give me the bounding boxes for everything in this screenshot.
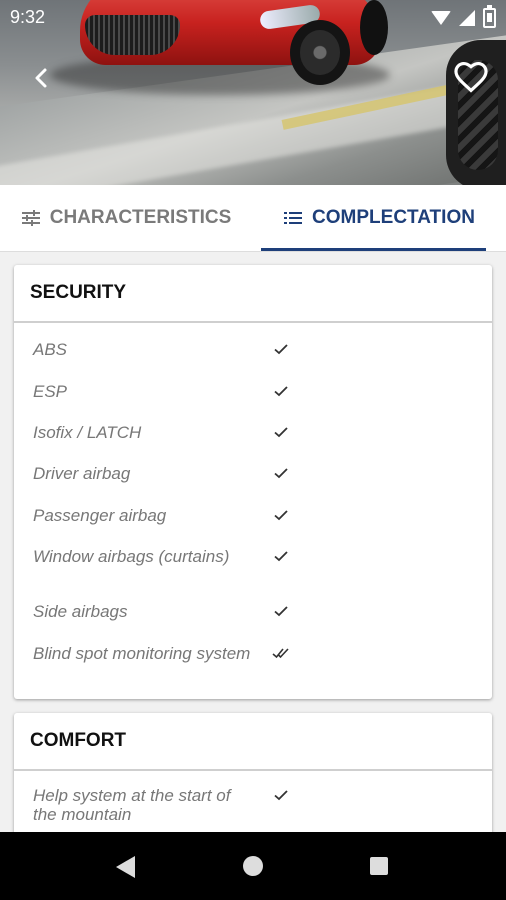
signal-icon [459,10,475,26]
back-button[interactable] [24,60,60,96]
check-icon [274,386,288,397]
list-item: Passenger airbag [14,506,288,525]
battery-icon [483,5,496,28]
list-icon [284,212,303,224]
tab-bar: CHARACTERISTICS COMPLECTATION [0,185,506,252]
list-item: Window airbags (curtains) [14,547,288,566]
heart-outline-icon [454,61,488,93]
check-icon [274,344,288,355]
tab-complectation[interactable]: COMPLECTATION [253,185,506,251]
check-icon [274,551,288,562]
list-item: Help system at the start of the mountain [14,786,288,824]
check-icon [274,606,288,617]
section-title-security: SECURITY [14,265,492,323]
check-icon [274,790,288,801]
double-check-icon [272,648,289,659]
list-item: Driver airbag [14,464,288,483]
sliders-icon [21,210,40,226]
list-item: Side airbags [14,602,288,621]
check-icon [274,510,288,521]
nav-recents-icon[interactable] [370,857,388,875]
nav-home-icon[interactable] [243,856,263,876]
comfort-card: COMFORT Help system at the start of the … [14,713,492,832]
section-title-comfort: COMFORT [14,713,492,771]
wifi-icon [431,11,451,25]
check-icon [274,427,288,438]
list-item: ABS [14,340,288,359]
tab-complectation-label: COMPLECTATION [312,207,475,228]
tab-characteristics-label: CHARACTERISTICS [49,207,232,228]
navigation-bar [0,832,506,900]
list-item: Blind spot monitoring system [14,644,289,663]
list-item: Isofix / LATCH [14,423,288,442]
status-bar: 9:32 [0,0,506,34]
tab-characteristics[interactable]: CHARACTERISTICS [0,185,253,251]
check-icon [274,468,288,479]
chevron-left-icon [35,68,47,88]
complectation-list[interactable]: SECURITY ABS ESP Isofix / LATCH Driver a… [0,252,506,832]
nav-back-icon[interactable] [116,856,135,878]
list-item: ESP [14,382,288,401]
status-time: 9:32 [10,7,46,27]
security-card: SECURITY ABS ESP Isofix / LATCH Driver a… [14,265,492,699]
favorite-button[interactable] [452,58,490,96]
